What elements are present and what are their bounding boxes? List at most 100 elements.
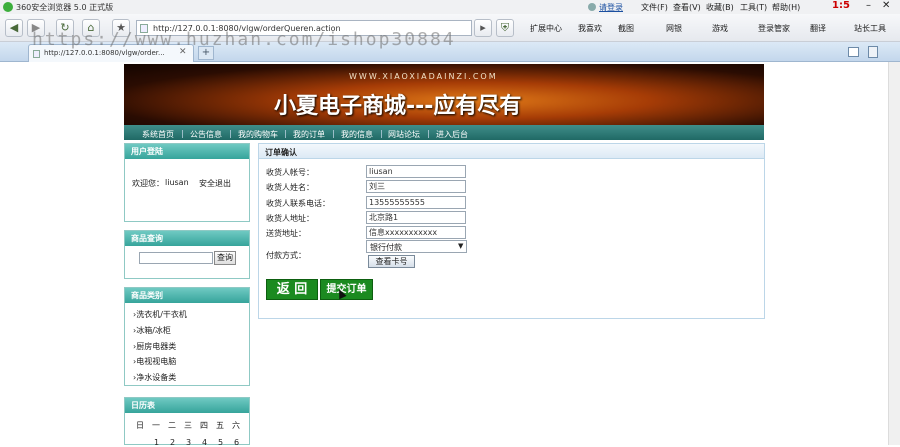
category-item[interactable]: ›电视视电脑 — [133, 356, 176, 367]
category-item[interactable]: ›洗衣机/干衣机 — [133, 309, 187, 320]
go-arrow-icon[interactable]: ▸ — [474, 19, 492, 37]
category-label: 洗衣机/干衣机 — [136, 310, 187, 319]
logout-link[interactable]: 安全退出 — [199, 178, 231, 189]
menu-favorites[interactable]: 收藏(B) — [706, 2, 734, 13]
toolbar-screenshot[interactable]: 截图 — [618, 23, 634, 34]
window-minimize-icon[interactable]: – — [866, 0, 871, 11]
category-panel-title: 商品类别 — [125, 288, 249, 303]
back-arrow-icon[interactable]: ◀ — [5, 19, 23, 37]
watermark: https://www.huzhan.com/ishop30884 — [32, 29, 456, 50]
toolbar-login-manager[interactable]: 登录管家 — [758, 23, 790, 34]
submit-order-button[interactable]: 提交订单 — [320, 279, 373, 300]
category-label: 厨房电器类 — [136, 342, 177, 351]
nav-separator: | — [332, 129, 335, 138]
payment-select[interactable]: 银行付款 ▼ — [366, 240, 467, 253]
order-panel-header: 订单确认 — [259, 144, 764, 159]
login-panel: 用户登陆 欢迎您： liusan 安全退出 — [124, 143, 250, 222]
page-scrollbar[interactable] — [888, 62, 900, 445]
calendar-day[interactable]: 3 — [186, 438, 191, 447]
nav-admin[interactable]: 进入后台 — [436, 129, 468, 140]
tab-favicon-icon — [33, 50, 40, 58]
site-banner: WWW.XIAOXIADAINZI.COM 小夏电子商城---应有尽有 — [124, 64, 764, 125]
name-label: 收货人姓名： — [266, 183, 314, 192]
address-field[interactable]: 北京路1 — [366, 211, 466, 224]
account-label: 收货人帐号： — [266, 168, 314, 177]
window-close-icon[interactable]: ✕ — [882, 0, 890, 11]
category-label: 冰箱/冰柜 — [136, 326, 171, 335]
toolbar-my-likes[interactable]: 我喜欢 — [578, 23, 602, 34]
toolbar-translate[interactable]: 翻译 — [810, 23, 826, 34]
search-input[interactable] — [139, 252, 213, 264]
calendar-day[interactable]: 6 — [234, 438, 239, 447]
username-text: liusan — [165, 178, 189, 187]
category-label: 净水设备类 — [136, 373, 177, 382]
menu-tools[interactable]: 工具(T) — [740, 2, 767, 13]
category-item[interactable]: ›净水设备类 — [133, 372, 176, 383]
browser-logo-icon — [3, 2, 13, 12]
trash-icon[interactable] — [868, 46, 878, 58]
calendar-day[interactable]: 4 — [202, 438, 207, 447]
view-card-button[interactable]: 查看卡号 — [368, 255, 415, 268]
login-panel-title: 用户登陆 — [125, 144, 249, 159]
payment-label: 付款方式： — [266, 251, 306, 260]
nav-separator: | — [427, 129, 430, 138]
nav-cart[interactable]: 我的购物车 — [238, 129, 278, 140]
toolbar-webmaster-tools[interactable]: 站长工具 — [854, 23, 886, 34]
toolbar-games[interactable]: 游戏 — [712, 23, 728, 34]
nav-notices[interactable]: 公告信息 — [190, 129, 222, 140]
phone-field[interactable]: 13555555555 — [366, 196, 466, 209]
phone-label: 收货人联系电话： — [266, 199, 330, 208]
toolbar-extension-center[interactable]: 扩展中心 — [530, 23, 562, 34]
delivery-address-field[interactable]: 信息xxxxxxxxxxx — [366, 226, 466, 239]
weekday-sat: 六 — [232, 421, 240, 430]
back-button[interactable]: 返 回 — [266, 279, 318, 300]
calendar-panel: 日历表 日 一 二 三 四 五 六 1 2 3 4 5 6 — [124, 397, 250, 447]
clock-display: 1:5 — [832, 0, 850, 11]
product-search-panel: 商品查询 查询 — [124, 230, 250, 279]
nav-forum[interactable]: 网站论坛 — [388, 129, 420, 140]
nav-separator: | — [380, 129, 383, 138]
user-icon — [588, 3, 596, 11]
banner-url: WWW.XIAOXIADAINZI.COM — [349, 72, 498, 81]
menu-view[interactable]: 查看(V) — [673, 2, 701, 13]
nav-home[interactable]: 系统首页 — [142, 129, 174, 140]
nav-separator: | — [181, 129, 184, 138]
category-panel: 商品类别 ›洗衣机/干衣机 ›冰箱/冰柜 ›厨房电器类 ›电视视电脑 ›净水设备… — [124, 287, 250, 386]
calendar-day[interactable]: 5 — [218, 438, 223, 447]
toolbar-online-bank[interactable]: 网银 — [666, 23, 682, 34]
category-item[interactable]: ›厨房电器类 — [133, 341, 176, 352]
nav-my-orders[interactable]: 我的订单 — [293, 129, 325, 140]
account-field[interactable]: liusan — [366, 165, 466, 178]
weekday-mon: 一 — [152, 421, 160, 430]
calendar-day[interactable]: 1 — [154, 438, 159, 447]
shield-icon[interactable]: ⛨ — [496, 19, 514, 37]
chevron-down-icon: ▼ — [458, 242, 464, 250]
menu-file[interactable]: 文件(F) — [641, 2, 668, 13]
restore-tabs-icon[interactable] — [848, 47, 859, 57]
welcome-text: 欢迎您： — [132, 179, 164, 188]
weekday-fri: 五 — [216, 421, 224, 430]
delivery-address-label: 送货地址： — [266, 229, 306, 238]
address-label: 收货人地址： — [266, 214, 314, 223]
login-link[interactable]: 请登录 — [599, 2, 623, 13]
banner-title: 小夏电子商城---应有尽有 — [274, 94, 522, 119]
search-panel-title: 商品查询 — [125, 231, 249, 246]
browser-app-title: 360安全浏览器 5.0 正式版 — [16, 3, 114, 12]
weekday-thu: 四 — [200, 421, 208, 430]
payment-selected-value: 银行付款 — [370, 243, 402, 252]
calendar-panel-title: 日历表 — [125, 398, 249, 413]
browser-title-bar: 360安全浏览器 5.0 正式版 请登录 文件(F) 查看(V) 收藏(B) 工… — [0, 0, 900, 14]
nav-separator: | — [284, 129, 287, 138]
menu-help[interactable]: 帮助(H) — [772, 2, 800, 13]
search-button[interactable]: 查询 — [214, 251, 236, 265]
name-field[interactable]: 刘三 — [366, 180, 466, 193]
order-panel-title: 订单确认 — [265, 148, 297, 157]
calendar-day[interactable]: 2 — [170, 438, 175, 447]
category-item[interactable]: ›冰箱/冰柜 — [133, 325, 171, 336]
category-label: 电视视电脑 — [136, 357, 177, 366]
tab-title: http://127.0.0.1:8080/vlgw/order... — [44, 49, 165, 57]
nav-my-info[interactable]: 我的信息 — [341, 129, 373, 140]
nav-separator: | — [229, 129, 232, 138]
weekday-tue: 二 — [168, 421, 176, 430]
weekday-wed: 三 — [184, 421, 192, 430]
